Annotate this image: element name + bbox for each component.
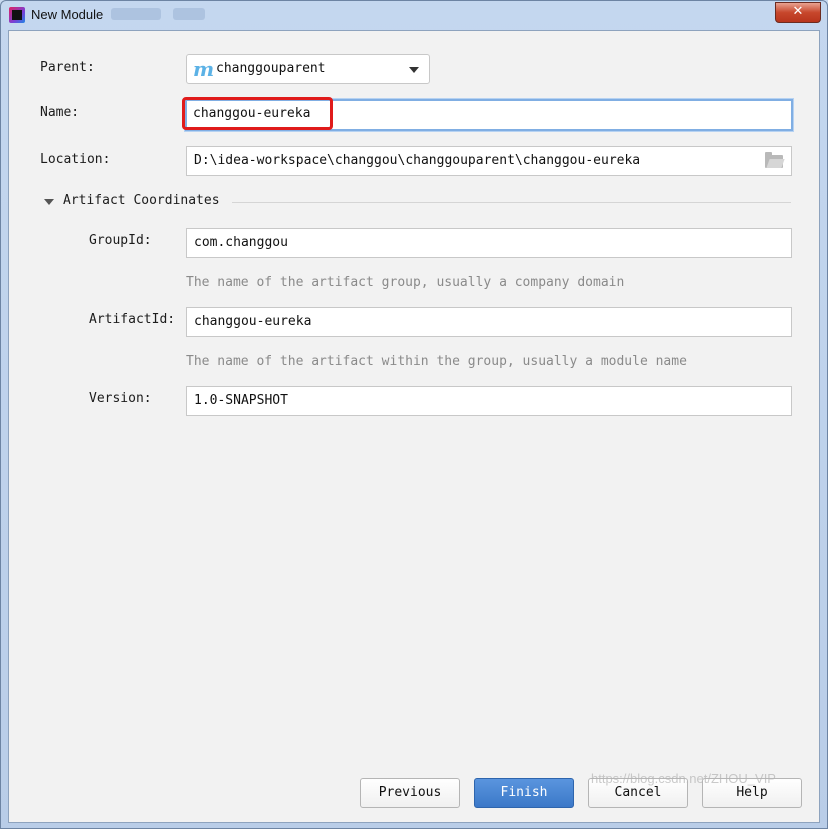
location-label: Location: [40,152,111,167]
close-button[interactable]: ✕ [775,2,821,23]
artifactid-hint: The name of the artifact within the grou… [186,354,687,369]
groupid-hint: The name of the artifact group, usually … [186,275,625,290]
section-divider [232,202,791,203]
groupid-label: GroupId: [89,233,152,248]
title-bar[interactable]: New Module ✕ [1,1,827,30]
watermark-text: https://blog.csdn.net/ZHOU_VIP [591,771,776,786]
version-input[interactable]: 1.0-SNAPSHOT [186,386,792,416]
red-highlight-box [182,97,333,130]
blurred-title-text [111,8,161,20]
parent-select[interactable]: m changgouparent [186,54,430,84]
artifactid-label: ArtifactId: [89,312,176,327]
window-title: New Module [31,7,104,22]
intellij-app-icon [9,7,25,23]
location-input[interactable]: D:\idea-workspace\changgou\changgouparen… [186,146,792,176]
parent-select-value: changgouparent [216,61,326,76]
artifact-coordinates-title[interactable]: Artifact Coordinates [63,193,220,208]
folder-browse-icon[interactable] [765,152,783,168]
parent-label: Parent: [40,60,95,75]
blurred-title-text [173,8,205,20]
chevron-down-icon[interactable] [409,67,419,73]
collapse-triangle-icon[interactable] [44,199,54,205]
dialog-content: Parent: m changgouparent Name: changgou-… [8,30,820,823]
version-label: Version: [89,391,152,406]
groupid-input[interactable]: com.changgou [186,228,792,258]
location-value: D:\idea-workspace\changgou\changgouparen… [194,153,641,168]
finish-button[interactable]: Finish [474,778,574,808]
maven-m-icon: m [193,57,215,81]
name-label: Name: [40,105,80,120]
previous-button[interactable]: Previous [360,778,460,808]
new-module-dialog: New Module ✕ Parent: m changgouparent Na… [0,0,828,829]
artifactid-input[interactable]: changgou-eureka [186,307,792,337]
